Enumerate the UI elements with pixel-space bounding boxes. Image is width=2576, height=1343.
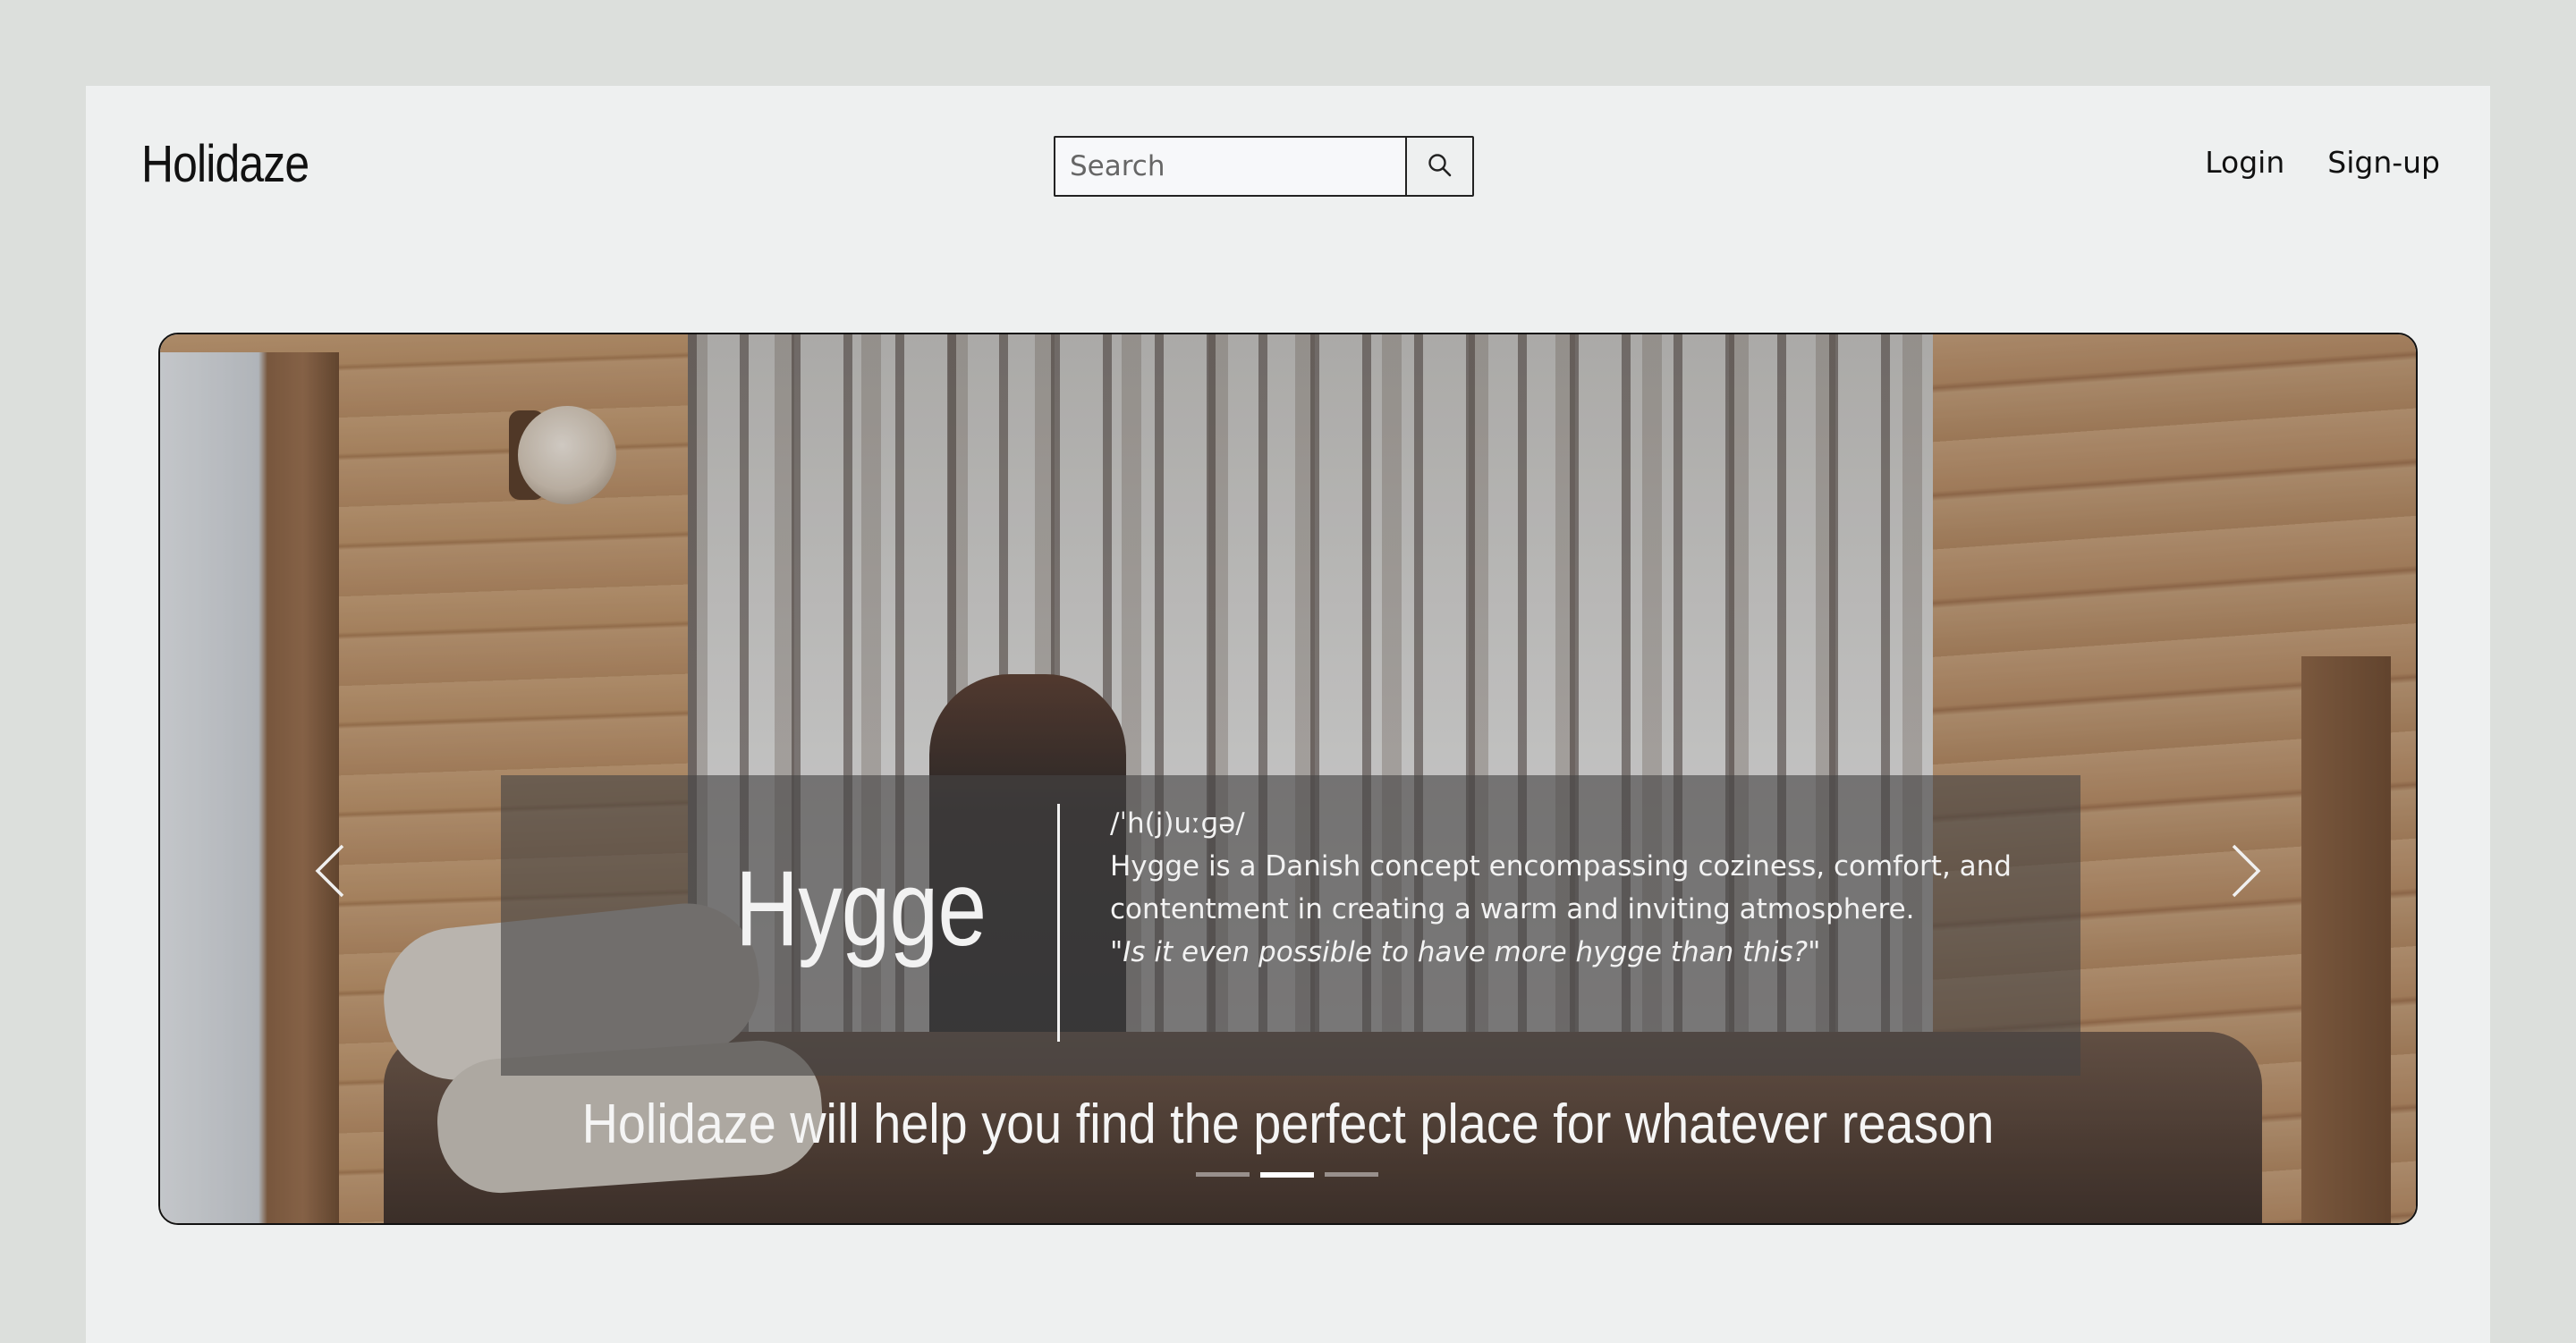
definition-text: Hygge is a Danish concept encompassing c… [1110, 850, 2012, 925]
hero-tagline: Holidaze will help you find the perfect … [581, 1094, 1995, 1155]
search-button[interactable] [1405, 136, 1474, 197]
search-bar [1054, 136, 1474, 197]
hero-carousel: Hygge /ˈh(j)uːɡə/ Hygge is a Danish conc… [158, 333, 2418, 1225]
hero-quote: "Is it even possible to have more hygge … [1110, 936, 1821, 968]
carousel-next-button[interactable] [2219, 835, 2273, 907]
pronunciation: /ˈh(j)uːɡə/ [1110, 807, 1245, 840]
caption-divider [1057, 804, 1060, 1042]
carousel-indicators [1196, 1172, 1378, 1178]
hero-word: Hygge [735, 849, 987, 968]
signup-link[interactable]: Sign-up [2327, 145, 2440, 180]
definition: /ˈh(j)uːɡə/ Hygge is a Danish concept en… [1110, 802, 2022, 974]
chevron-left-icon [303, 844, 357, 910]
caption-box: Hygge /ˈh(j)uːɡə/ Hygge is a Danish conc… [501, 775, 2080, 1076]
carousel-indicator-3[interactable] [1325, 1172, 1378, 1177]
carousel-indicator-1[interactable] [1196, 1172, 1250, 1177]
page-container: Holidaze Login Sign-up [86, 86, 2490, 1343]
search-icon [1427, 152, 1453, 182]
carousel-prev-button[interactable] [303, 835, 357, 907]
header-nav: Login Sign-up [2205, 145, 2440, 180]
chevron-right-icon [2219, 844, 2273, 910]
site-logo[interactable]: Holidaze [141, 134, 309, 194]
search-input[interactable] [1054, 136, 1405, 197]
carousel-indicator-2[interactable] [1260, 1172, 1314, 1178]
login-link[interactable]: Login [2205, 145, 2284, 180]
